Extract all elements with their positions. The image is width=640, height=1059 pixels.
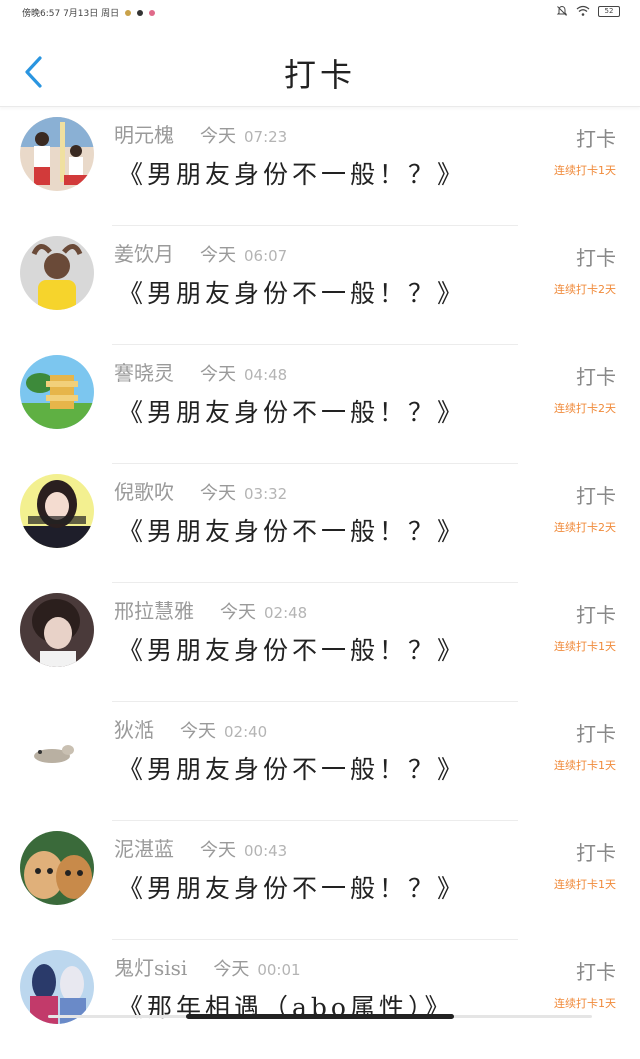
home-indicator[interactable] [186, 1014, 454, 1019]
book-title[interactable]: 《男朋友身份不一般！？》 [118, 631, 466, 667]
avatar[interactable] [20, 593, 94, 667]
list-item[interactable]: 姜饮月 今天 06:07 《男朋友身份不一般！？》 打卡 连续打卡2天 [0, 226, 640, 345]
checkin-time: 00:01 [257, 961, 301, 979]
streak-text: 连续打卡1天 [554, 640, 616, 653]
checkin-label: 打卡 [576, 603, 616, 627]
checkin-meta: 鬼灯sisi 今天 00:01 [114, 952, 301, 981]
checkin-day: 今天 [200, 126, 236, 147]
checkin-button[interactable]: 打卡 连续打卡1天 [526, 718, 616, 773]
checkin-day: 今天 [200, 840, 236, 861]
checkin-label: 打卡 [576, 365, 616, 389]
streak-text: 连续打卡1天 [554, 997, 616, 1010]
checkin-button[interactable]: 打卡 连续打卡1天 [526, 837, 616, 892]
avatar[interactable] [20, 474, 94, 548]
user-name[interactable]: 姜饮月 [114, 242, 174, 266]
checkin-label: 打卡 [576, 484, 616, 508]
streak-text: 连续打卡1天 [554, 759, 616, 772]
checkin-meta: 謇晓灵 今天 04:48 [114, 357, 287, 386]
notification-icon [137, 9, 144, 16]
wifi-icon [576, 5, 590, 16]
list-item[interactable]: 狄湉 今天 02:40 《男朋友身份不一般！？》 打卡 连续打卡1天 [0, 702, 640, 821]
book-title[interactable]: 《男朋友身份不一般！？》 [118, 750, 466, 786]
checkin-meta: 狄湉 今天 02:40 [114, 714, 267, 743]
checkin-button[interactable]: 打卡 连续打卡2天 [526, 361, 616, 416]
checkin-time: 04:48 [244, 366, 288, 384]
list-item[interactable]: 謇晓灵 今天 04:48 《男朋友身份不一般！？》 打卡 连续打卡2天 [0, 345, 640, 464]
checkin-button[interactable]: 打卡 连续打卡1天 [526, 956, 616, 1011]
status-right: 52 [556, 5, 620, 17]
streak-text: 连续打卡2天 [554, 283, 616, 296]
list-item[interactable]: 明元槐 今天 07:23 《男朋友身份不一般！？》 打卡 连续打卡1天 [0, 107, 640, 226]
list-item[interactable]: 邢拉慧雅 今天 02:48 《男朋友身份不一般！？》 打卡 连续打卡1天 [0, 583, 640, 702]
book-title[interactable]: 《男朋友身份不一般！？》 [118, 393, 466, 429]
avatar[interactable] [20, 117, 94, 191]
checkin-label: 打卡 [576, 246, 616, 270]
list-item[interactable]: 鬼灯sisi 今天 00:01 《那年相遇（abo属性）》 打卡 连续打卡1天 [0, 940, 640, 1059]
checkin-day: 今天 [180, 721, 216, 742]
streak-text: 连续打卡2天 [554, 521, 616, 534]
checkin-meta: 泥湛蓝 今天 00:43 [114, 833, 287, 862]
checkin-time: 02:48 [264, 604, 308, 622]
avatar[interactable] [20, 712, 94, 786]
checkin-label: 打卡 [576, 722, 616, 746]
streak-text: 连续打卡1天 [554, 164, 616, 177]
checkin-meta: 姜饮月 今天 06:07 [114, 238, 287, 267]
checkin-meta: 明元槐 今天 07:23 [114, 119, 287, 148]
bell-off-icon [556, 5, 568, 16]
page-title: 打卡 [283, 56, 356, 94]
streak-text: 连续打卡2天 [554, 402, 616, 415]
user-name[interactable]: 倪歌吹 [114, 480, 174, 504]
checkin-time: 02:40 [224, 723, 268, 741]
checkin-label: 打卡 [576, 841, 616, 865]
user-name[interactable]: 鬼灯sisi [114, 956, 187, 980]
checkin-day: 今天 [200, 364, 236, 385]
checkin-meta: 倪歌吹 今天 03:32 [114, 476, 287, 505]
checkin-day: 今天 [200, 483, 236, 504]
checkin-list: 明元槐 今天 07:23 《男朋友身份不一般！？》 打卡 连续打卡1天 姜饮月 今天 0… [0, 107, 640, 1059]
user-name[interactable]: 邢拉慧雅 [114, 599, 194, 623]
book-title[interactable]: 《男朋友身份不一般！？》 [118, 869, 466, 905]
checkin-label: 打卡 [576, 127, 616, 151]
checkin-day: 今天 [220, 602, 256, 623]
checkin-time: 00:43 [244, 842, 288, 860]
user-name[interactable]: 謇晓灵 [114, 361, 174, 385]
streak-text: 连续打卡1天 [554, 878, 616, 891]
list-item[interactable]: 泥湛蓝 今天 00:43 《男朋友身份不一般！？》 打卡 连续打卡1天 [0, 821, 640, 940]
notification-icon [149, 9, 156, 16]
checkin-meta: 邢拉慧雅 今天 02:48 [114, 595, 307, 624]
book-title[interactable]: 《男朋友身份不一般！？》 [118, 155, 466, 191]
avatar[interactable] [20, 831, 94, 905]
book-title[interactable]: 《男朋友身份不一般！？》 [118, 512, 466, 548]
checkin-day: 今天 [200, 245, 236, 266]
avatar[interactable] [20, 236, 94, 310]
checkin-time: 07:23 [244, 128, 288, 146]
checkin-button[interactable]: 打卡 连续打卡2天 [526, 480, 616, 535]
checkin-button[interactable]: 打卡 连续打卡1天 [526, 123, 616, 178]
user-name[interactable]: 泥湛蓝 [114, 837, 174, 861]
checkin-button[interactable]: 打卡 连续打卡1天 [526, 599, 616, 654]
user-name[interactable]: 狄湉 [114, 718, 154, 742]
checkin-label: 打卡 [576, 960, 616, 984]
avatar[interactable] [20, 950, 94, 1024]
book-title[interactable]: 《男朋友身份不一般！？》 [118, 274, 466, 310]
notification-icon [125, 9, 132, 16]
list-item[interactable]: 倪歌吹 今天 03:32 《男朋友身份不一般！？》 打卡 连续打卡2天 [0, 464, 640, 583]
status-bar: 傍晚6:57 7月13日 周日 52 [0, 0, 640, 24]
app-header: 打卡 [0, 24, 640, 107]
checkin-time: 06:07 [244, 247, 288, 265]
status-time-date: 傍晚6:57 7月13日 周日 [22, 9, 120, 19]
avatar[interactable] [20, 355, 94, 429]
checkin-day: 今天 [213, 959, 250, 980]
status-left: 傍晚6:57 7月13日 周日 [22, 6, 156, 19]
checkin-time: 03:32 [244, 485, 288, 503]
battery-icon: 52 [598, 5, 620, 17]
user-name[interactable]: 明元槐 [114, 123, 174, 147]
checkin-button[interactable]: 打卡 连续打卡2天 [526, 242, 616, 297]
